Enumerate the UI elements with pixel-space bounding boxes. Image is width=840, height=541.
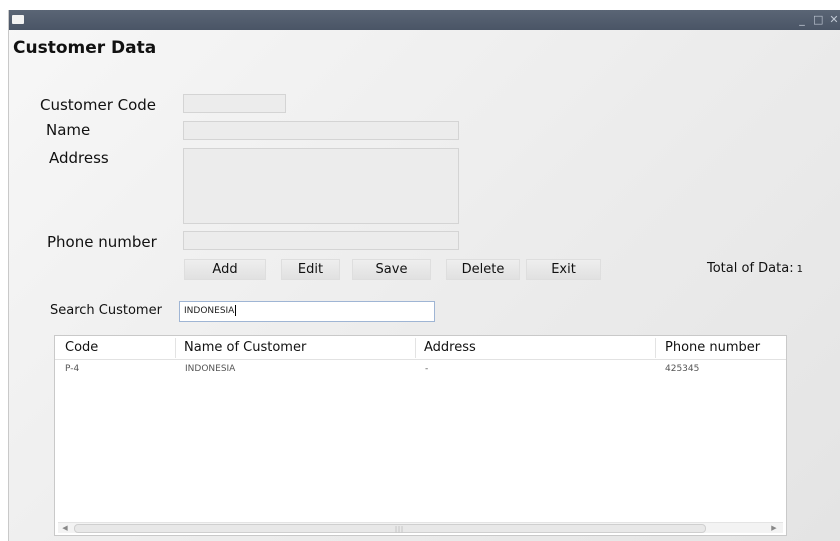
column-divider xyxy=(415,338,416,358)
name-label: Name xyxy=(46,121,91,139)
customer-code-label: Customer Code xyxy=(40,96,157,114)
minimize-button[interactable]: _ xyxy=(797,12,807,28)
search-customer-input[interactable]: INDONESIA xyxy=(179,301,435,322)
title-bar: _ □ ✕ xyxy=(9,10,840,30)
phone-number-label: Phone number xyxy=(47,233,157,251)
total-of-data: Total of Data: 1 xyxy=(707,261,803,276)
search-customer-label: Search Customer xyxy=(50,303,162,318)
customer-code-field[interactable] xyxy=(183,94,286,113)
customer-table[interactable]: Code Name of Customer Address Phone numb… xyxy=(54,335,787,536)
name-field[interactable] xyxy=(183,121,459,140)
scrollbar-thumb[interactable]: ||| xyxy=(74,524,706,533)
column-header-name[interactable]: Name of Customer xyxy=(184,340,306,355)
address-field[interactable] xyxy=(183,148,459,224)
cell-address: - xyxy=(425,364,429,374)
maximize-button[interactable]: □ xyxy=(813,12,823,28)
column-divider xyxy=(175,338,176,358)
add-button[interactable]: Add xyxy=(184,259,266,280)
cell-code: P-4 xyxy=(65,364,80,374)
window-controls: _ □ ✕ xyxy=(797,12,839,28)
cell-phone: 425345 xyxy=(665,364,700,374)
phone-number-field[interactable] xyxy=(183,231,459,250)
page-title: Customer Data xyxy=(13,38,157,58)
scroll-left-arrow-icon[interactable]: ◀ xyxy=(60,523,70,533)
save-button[interactable]: Save xyxy=(352,259,431,280)
total-count: 1 xyxy=(796,264,803,275)
close-button[interactable]: ✕ xyxy=(829,12,839,28)
window-icon xyxy=(12,15,24,24)
column-header-address[interactable]: Address xyxy=(424,340,476,355)
text-caret xyxy=(235,305,237,316)
address-label: Address xyxy=(49,149,109,167)
column-header-phone[interactable]: Phone number xyxy=(665,340,760,355)
scrollbar-grip-icon: ||| xyxy=(395,526,405,533)
customer-data-window: _ □ ✕ Customer Data Customer Code Name A… xyxy=(8,10,840,541)
column-header-code[interactable]: Code xyxy=(65,340,98,355)
cell-name: INDONESIA xyxy=(185,364,236,374)
column-divider xyxy=(655,338,656,358)
search-input-value: INDONESIA xyxy=(184,306,235,316)
total-label: Total of Data: xyxy=(707,261,794,276)
horizontal-scrollbar[interactable]: ◀ ||| ▶ xyxy=(58,522,783,533)
delete-button[interactable]: Delete xyxy=(446,259,520,280)
header-divider xyxy=(55,359,786,360)
edit-button[interactable]: Edit xyxy=(281,259,340,280)
scroll-right-arrow-icon[interactable]: ▶ xyxy=(769,523,779,533)
exit-button[interactable]: Exit xyxy=(526,259,601,280)
